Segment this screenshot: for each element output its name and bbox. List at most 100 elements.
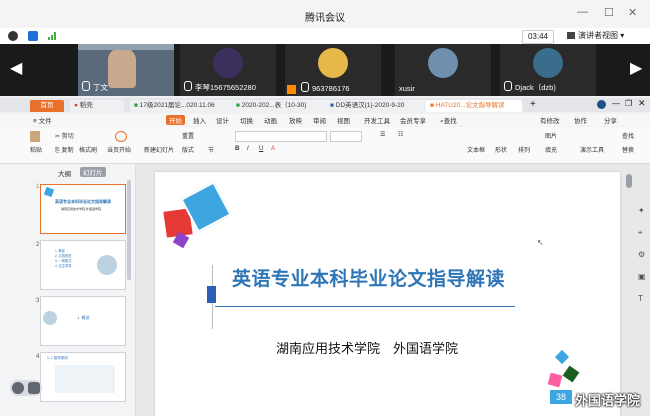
outline-tab[interactable]: 大纲 [58, 168, 71, 178]
shape-button[interactable]: 形状 [495, 145, 507, 154]
slide-thumbnail-1[interactable]: 英语专业本科毕业论文指导解读 湖南应用技术学院 外国语学院 [40, 184, 126, 234]
slide-subtitle[interactable]: 湖南应用技术学院 外国语学院 [276, 338, 458, 357]
italic-button[interactable]: I [247, 146, 249, 152]
docer-icon: ● [74, 102, 78, 109]
menu-item[interactable]: 切换 [240, 115, 253, 125]
bold-button[interactable]: B [235, 146, 239, 152]
replace-button[interactable]: 替换 [622, 145, 634, 154]
font-name-select[interactable] [235, 131, 327, 142]
tab-active-document[interactable]: ■ HATU20...论文指导解读 [426, 100, 522, 112]
security-shield-icon[interactable] [28, 31, 38, 41]
canvas-scrollbar[interactable] [626, 174, 632, 188]
menu-item[interactable]: 放映 [289, 115, 302, 125]
menu-item[interactable]: 开发工具 [364, 115, 390, 125]
text-icon[interactable]: T [638, 288, 646, 310]
participant-tile[interactable]: 丁文 [78, 44, 174, 96]
menu-item[interactable]: 开始 [166, 115, 185, 125]
tab-document[interactable]: ■ 17级2021届论...020.11.06 [130, 100, 238, 112]
pin-icon[interactable]: ⌖ [638, 222, 646, 244]
play-icon [115, 131, 127, 142]
thumb-title: 1. 概述 [77, 315, 90, 320]
reset-button[interactable]: 重置 [182, 131, 194, 140]
panel-scrollbar[interactable] [127, 180, 131, 280]
meeting-status-row: 03:44 演讲者视图 ▾ [0, 28, 650, 44]
textbox-button[interactable]: 文本框 [467, 145, 485, 154]
tab-document[interactable]: ■ 2020-202...表（10-30) [232, 100, 332, 112]
minimize-icon[interactable]: — [612, 99, 620, 108]
close-icon[interactable]: ✕ [638, 98, 646, 109]
layout-button[interactable]: 版式 [182, 145, 194, 154]
info-icon[interactable] [8, 31, 18, 41]
numbering-icon[interactable]: ☷ [398, 131, 403, 138]
menu-right-item[interactable]: 协作 [574, 115, 587, 125]
menu-right-item[interactable]: 分享 [604, 115, 617, 125]
slide-thumbnail-2[interactable]: 1. 概述 2. 文档规范 3. 一般稿式 4. 注意事项 [40, 240, 126, 290]
ribbon-toolbar: 粘贴 ✂ 剪切 ⎘ 复制 格式刷 当页开始 新建幻灯片 版式 节 重置 B I … [0, 127, 650, 164]
thumb-number: 3 [36, 298, 40, 304]
start-from-current-button[interactable]: 当页开始 [107, 145, 131, 154]
font-color-button[interactable]: A [271, 146, 275, 152]
menu-right-item[interactable]: 有修改 [540, 115, 560, 125]
paste-button[interactable]: 粘贴 [30, 145, 42, 154]
participant-tile[interactable]: 963786176 [285, 44, 381, 96]
thumb-line: 4. 注意事项 [55, 264, 72, 268]
cut-button[interactable]: ✂ 剪切 [55, 131, 74, 140]
slide-thumbnail-4[interactable]: 1. 1 指导原则 [40, 352, 126, 402]
tab-docer[interactable]: ● 稻壳 [70, 100, 124, 112]
search-box[interactable]: ⌕查找 [440, 115, 457, 126]
thumb-title: 1. 1 指导原则 [47, 356, 68, 360]
file-menu[interactable]: ≡ 文件 [33, 115, 52, 125]
copy-button[interactable]: ⎘ 复制 [55, 145, 73, 155]
fill-button[interactable]: 填充 [545, 145, 557, 154]
format-painter-button[interactable]: 格式刷 [79, 145, 97, 154]
menu-item[interactable]: 审阅 [313, 115, 326, 125]
font-size-select[interactable] [330, 131, 362, 142]
tab-home[interactable]: 首页 [30, 100, 64, 112]
thumb-subtitle: 湖南应用技术学院 外国语学院 [61, 207, 101, 211]
minimize-icon[interactable]: — [577, 6, 588, 18]
restore-icon[interactable]: ❐ [625, 99, 632, 108]
menu-item[interactable]: 插入 [193, 115, 206, 125]
new-slide-button[interactable]: 新建幻灯片 [144, 145, 174, 154]
participant-tile[interactable]: xusir [395, 44, 491, 96]
menu-item[interactable]: 设计 [216, 115, 229, 125]
thumb-number: 2 [36, 242, 40, 248]
green-square-decor [562, 365, 580, 383]
slide-thumbnail-3[interactable]: 1. 概述 [40, 296, 126, 346]
thumb-image [55, 365, 115, 393]
blue-bar-decor [207, 286, 216, 303]
image-icon[interactable]: ▣ [638, 266, 646, 288]
participant-name: 丁文 [93, 83, 108, 92]
participant-tile[interactable]: Djack（dzb) [500, 44, 596, 96]
presenter-tools-button[interactable]: 演示工具 [580, 145, 604, 154]
cyan-square-decor [554, 349, 570, 365]
arrange-button[interactable]: 排列 [518, 145, 530, 154]
meeting-app-title: 腾讯会议 [305, 13, 345, 24]
bullets-icon[interactable]: ☰ [380, 131, 385, 138]
slide-thumbnail-panel: 大纲 幻灯片 1 英语专业本科毕业论文指导解读 湖南应用技术学院 外国语学院 2… [0, 164, 136, 416]
close-icon[interactable]: ✕ [628, 6, 637, 19]
page-badge: 38 [550, 390, 572, 404]
next-page-icon[interactable]: ▶ [630, 58, 642, 78]
picture-button[interactable]: 图片 [545, 131, 557, 140]
tab-document[interactable]: ■ DD英语汉(1)-2020-9-20 [326, 100, 432, 112]
view-mode-button[interactable]: 演讲者视图 ▾ [567, 30, 624, 42]
section-button[interactable]: 节 [208, 145, 214, 154]
menu-item[interactable]: 视图 [337, 115, 350, 125]
slide-title[interactable]: 英语专业本科毕业论文指导解读 [232, 264, 505, 291]
new-tab-icon[interactable]: + [530, 99, 536, 110]
account-icon[interactable] [597, 100, 606, 109]
prev-page-icon[interactable]: ◀ [10, 58, 22, 78]
clipboard-icon [30, 131, 40, 142]
menu-item[interactable]: 动画 [264, 115, 277, 125]
find-button[interactable]: 查找 [622, 131, 634, 140]
maximize-icon[interactable]: ☐ [604, 6, 614, 19]
underline-button[interactable]: U [259, 146, 263, 152]
view-mode-label: 演讲者视图 [578, 31, 618, 40]
magic-icon[interactable]: ✦ [638, 200, 646, 222]
current-slide[interactable]: ↖ [155, 172, 620, 416]
slides-tab[interactable]: 幻灯片 [80, 167, 106, 177]
menu-item[interactable]: 会员专享 [400, 115, 426, 125]
participant-tile[interactable]: 李琴15675652280 [180, 44, 276, 96]
settings-icon[interactable]: ⚙ [638, 244, 646, 266]
